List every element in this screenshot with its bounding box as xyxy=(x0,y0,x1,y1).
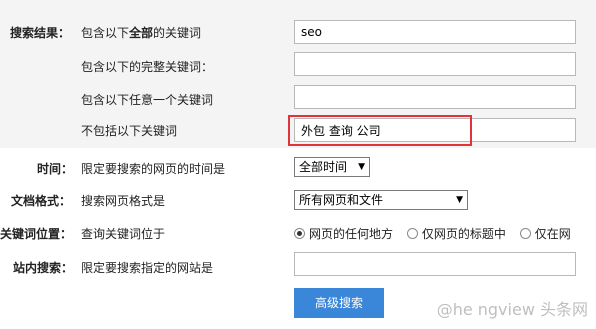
site-search-input[interactable] xyxy=(294,252,576,276)
search-result-title: 搜索结果： xyxy=(10,26,71,40)
time-select[interactable]: 全部时间 ▼ xyxy=(294,157,370,177)
keyword-position-radio-group: 网页的任何地方 仅网页的标题中 仅在网 xyxy=(294,225,581,242)
radio-unchecked-icon xyxy=(519,228,531,239)
radio-checked-icon xyxy=(294,228,305,239)
time-label: 限定要搜索的网页的时间是 xyxy=(81,162,226,176)
radio-anywhere[interactable]: 网页的任何地方 xyxy=(294,225,393,242)
dropdown-arrow-icon: ▼ xyxy=(358,162,365,172)
time-title: 时间： xyxy=(37,162,74,176)
radio-url-only-label: 仅在网 xyxy=(534,227,571,241)
keyword-position-label: 查询关键词位于 xyxy=(81,227,166,241)
any-keyword-input[interactable] xyxy=(294,85,576,109)
radio-unchecked-icon xyxy=(406,228,418,239)
exclude-keywords-input[interactable] xyxy=(294,118,576,142)
time-select-value: 全部时间 xyxy=(299,160,348,174)
all-keywords-label: 包含以下全部的关键词 xyxy=(81,24,201,41)
any-keyword-label: 包含以下任意一个关键词 xyxy=(81,93,214,107)
advanced-search-button[interactable]: 高级搜索 xyxy=(294,288,384,318)
radio-title-only[interactable]: 仅网页的标题中 xyxy=(406,225,506,242)
format-title: 文档格式： xyxy=(11,194,72,208)
all-keywords-label-suffix: 的关键词 xyxy=(153,26,202,40)
dropdown-arrow-icon: ▼ xyxy=(456,195,463,205)
radio-url-only[interactable]: 仅在网 xyxy=(519,225,571,242)
exact-phrase-input[interactable] xyxy=(294,52,576,76)
all-keywords-label-bold: 全部 xyxy=(129,26,154,40)
format-select[interactable]: 所有网页和文件 ▼ xyxy=(294,190,468,210)
all-keywords-label-prefix: 包含以下 xyxy=(81,26,130,40)
watermark-logo: @he ngview 头条网 xyxy=(436,300,588,319)
all-keywords-input[interactable] xyxy=(294,20,576,44)
exclude-keywords-label: 不包括以下关键词 xyxy=(81,124,178,138)
site-search-label: 限定要搜索指定的网站是 xyxy=(81,261,214,275)
keyword-position-title: 关键词位置： xyxy=(0,227,73,241)
exact-phrase-label: 包含以下的完整关键词： xyxy=(81,60,214,74)
radio-anywhere-label: 网页的任何地方 xyxy=(309,227,394,241)
site-search-title: 站内搜索： xyxy=(13,261,74,275)
radio-title-only-label: 仅网页的标题中 xyxy=(421,227,506,241)
format-label: 搜索网页格式是 xyxy=(81,194,166,208)
format-select-value: 所有网页和文件 xyxy=(299,193,384,207)
